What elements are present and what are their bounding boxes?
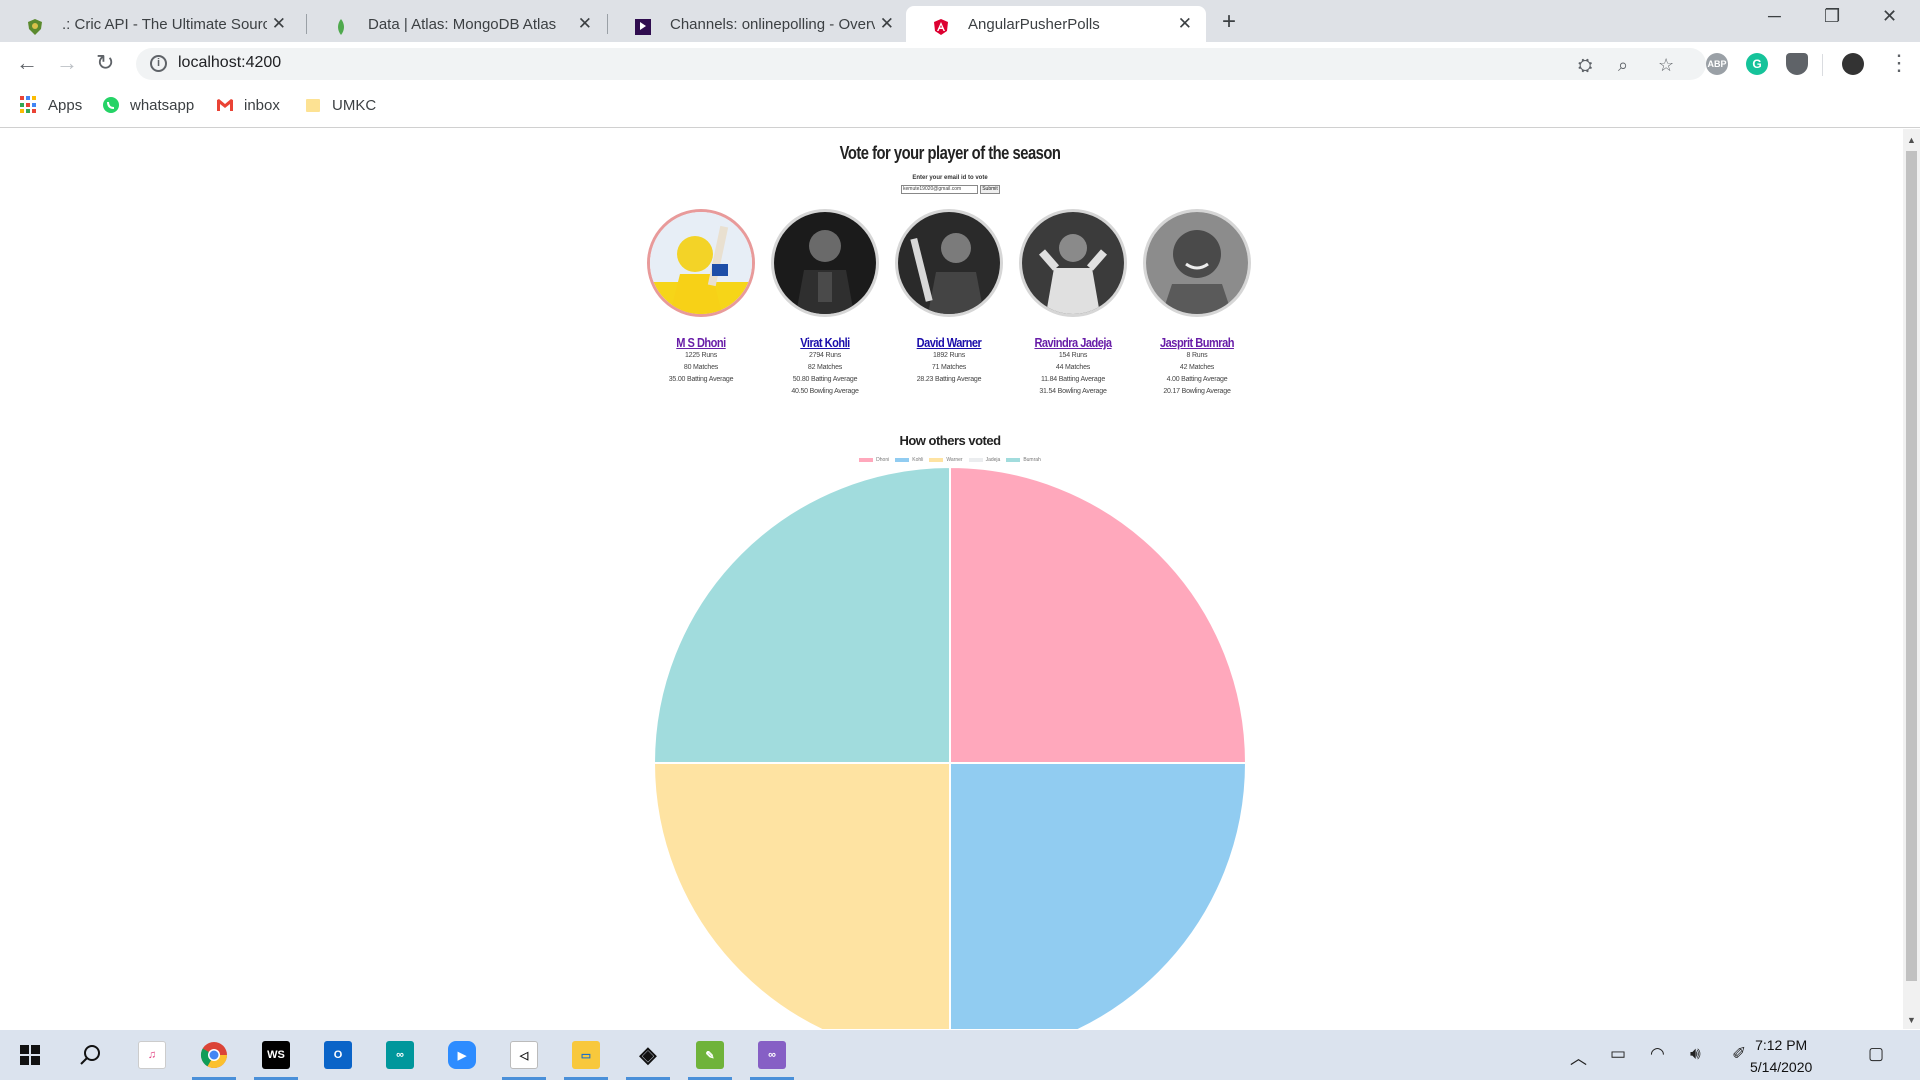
- restore-icon[interactable]: ❐: [1824, 6, 1840, 27]
- whatsapp-icon: [103, 97, 119, 113]
- toolbar-divider: [1822, 54, 1823, 76]
- browser-tab-2[interactable]: Channels: onlinepolling - Overvie ✕: [608, 6, 908, 42]
- browser-tab-1[interactable]: Data | Atlas: MongoDB Atlas ✕: [306, 6, 606, 42]
- profile-avatar[interactable]: [1842, 53, 1864, 75]
- pusher-favicon-icon: [635, 19, 651, 35]
- pie-slice-warner[interactable]: [652, 762, 951, 1029]
- site-info-icon[interactable]: i: [150, 55, 167, 72]
- pie-slice-kohli[interactable]: [949, 762, 1248, 1029]
- grammarly-icon[interactable]: G: [1746, 53, 1768, 75]
- adblock-plus-icon[interactable]: ABP: [1706, 53, 1728, 75]
- minimize-icon[interactable]: ─: [1768, 6, 1781, 27]
- pie-slice-dhoni[interactable]: [949, 465, 1248, 764]
- scroll-down-arrow-icon[interactable]: ▼: [1907, 1015, 1916, 1025]
- windows-taskbar: ♫ WS O ∞ ▶ ◁ ▭ ◈ ✎ ∞ ︿ ▭ ◠ 🔊︎ ✐ 7:12 PM …: [0, 1030, 1920, 1080]
- bookmark-umkc[interactable]: UMKC: [304, 96, 376, 114]
- bookmark-star-icon[interactable]: ☆: [1658, 55, 1674, 76]
- reload-icon[interactable]: ↻: [96, 50, 114, 76]
- scroll-up-arrow-icon[interactable]: ▲: [1907, 135, 1916, 145]
- angular-favicon-icon: [934, 19, 948, 35]
- file-explorer-icon[interactable]: ▭: [562, 1030, 610, 1080]
- mongodb-leaf-icon: [338, 19, 344, 35]
- gmail-icon: [217, 99, 233, 111]
- shield-favicon-icon: [28, 19, 42, 35]
- clock-date: 5/14/2020: [1750, 1059, 1813, 1075]
- apps-grid-icon: [20, 96, 38, 114]
- tab-title: .: Cric API - The Ultimate Source f: [62, 16, 267, 33]
- folder-icon: [306, 99, 320, 112]
- system-clock[interactable]: 7:12 PM 5/14/2020: [1750, 1034, 1812, 1078]
- outlook-icon[interactable]: O: [314, 1030, 362, 1080]
- browser-tab-3[interactable]: AngularPusherPolls ✕: [906, 6, 1206, 42]
- search-icon[interactable]: [66, 1030, 114, 1080]
- scroll-thumb[interactable]: [1906, 151, 1917, 981]
- bookmark-whatsapp[interactable]: whatsapp: [102, 96, 194, 114]
- clock-time: 7:12 PM: [1755, 1037, 1808, 1053]
- tab-close-icon[interactable]: ✕: [1178, 14, 1192, 34]
- page-scrollbar[interactable]: ▲ ▼: [1903, 129, 1920, 1029]
- bookmark-label: whatsapp: [130, 96, 195, 114]
- close-window-icon[interactable]: ✕: [1882, 6, 1897, 27]
- itunes-icon[interactable]: ♫: [128, 1030, 176, 1080]
- browser-toolbar: ← → ↻ i localhost:4200 ⛭ ⌕ ☆ ABP G ⋮: [0, 42, 1920, 86]
- webstorm-icon[interactable]: WS: [252, 1030, 300, 1080]
- page-viewport: Vote for your player of the season Enter…: [0, 129, 1920, 1029]
- tab-close-icon[interactable]: ✕: [578, 14, 592, 34]
- browser-tab-0[interactable]: .: Cric API - The Ultimate Source f ✕: [0, 6, 300, 42]
- zoom-icon[interactable]: ▶: [438, 1030, 486, 1080]
- pen-workspace-icon[interactable]: ✐: [1732, 1044, 1746, 1064]
- bookmark-label: Apps: [48, 96, 83, 114]
- url-text[interactable]: localhost:4200: [178, 54, 281, 72]
- windows-start-icon[interactable]: [6, 1030, 54, 1080]
- chrome-icon[interactable]: [190, 1030, 238, 1080]
- bookmark-apps[interactable]: Apps: [20, 96, 82, 114]
- bookmark-label: inbox: [244, 96, 280, 114]
- zoom-icon[interactable]: ⌕: [1618, 55, 1628, 76]
- volume-icon[interactable]: 🔊︎: [1690, 1044, 1701, 1064]
- sourcetree-icon[interactable]: ◁: [500, 1030, 548, 1080]
- tab-title: Data | Atlas: MongoDB Atlas: [368, 16, 557, 33]
- blocked-cookie-icon[interactable]: ⛭: [1578, 55, 1592, 76]
- chevron-up-icon[interactable]: ︿: [1570, 1044, 1587, 1069]
- forward-arrow-icon[interactable]: →: [56, 50, 78, 76]
- bookmark-label: UMKC: [332, 96, 377, 114]
- pie-slice-bumrah[interactable]: [652, 465, 951, 764]
- back-arrow-icon[interactable]: ←: [16, 50, 38, 76]
- notification-icon[interactable]: ▢: [1868, 1044, 1884, 1064]
- tab-close-icon[interactable]: ✕: [272, 14, 286, 34]
- battery-icon[interactable]: ▭: [1610, 1044, 1626, 1064]
- wifi-icon[interactable]: ◠: [1650, 1044, 1665, 1064]
- greenfoot-icon[interactable]: ✎: [686, 1030, 734, 1080]
- menu-dots-icon[interactable]: ⋮: [1888, 50, 1910, 76]
- tab-strip: .: Cric API - The Ultimate Source f ✕ Da…: [0, 0, 1920, 42]
- arduino-icon[interactable]: ∞: [376, 1030, 424, 1080]
- votes-pie-chart: [652, 465, 1248, 1029]
- unity-icon[interactable]: ◈: [624, 1030, 672, 1080]
- tab-title: Channels: onlinepolling - Overvie: [670, 16, 875, 33]
- new-tab-plus-icon[interactable]: +: [1222, 8, 1236, 36]
- address-bar[interactable]: i localhost:4200 ⛭ ⌕ ☆: [136, 48, 1706, 80]
- tab-title: AngularPusherPolls: [968, 16, 1100, 33]
- visual-studio-icon[interactable]: ∞: [748, 1030, 796, 1080]
- tab-close-icon[interactable]: ✕: [880, 14, 894, 34]
- bookmarks-bar: Apps whatsapp inbox UMKC: [0, 86, 1920, 128]
- bookmark-inbox[interactable]: inbox: [216, 96, 280, 114]
- shield-extension-icon[interactable]: [1786, 53, 1808, 75]
